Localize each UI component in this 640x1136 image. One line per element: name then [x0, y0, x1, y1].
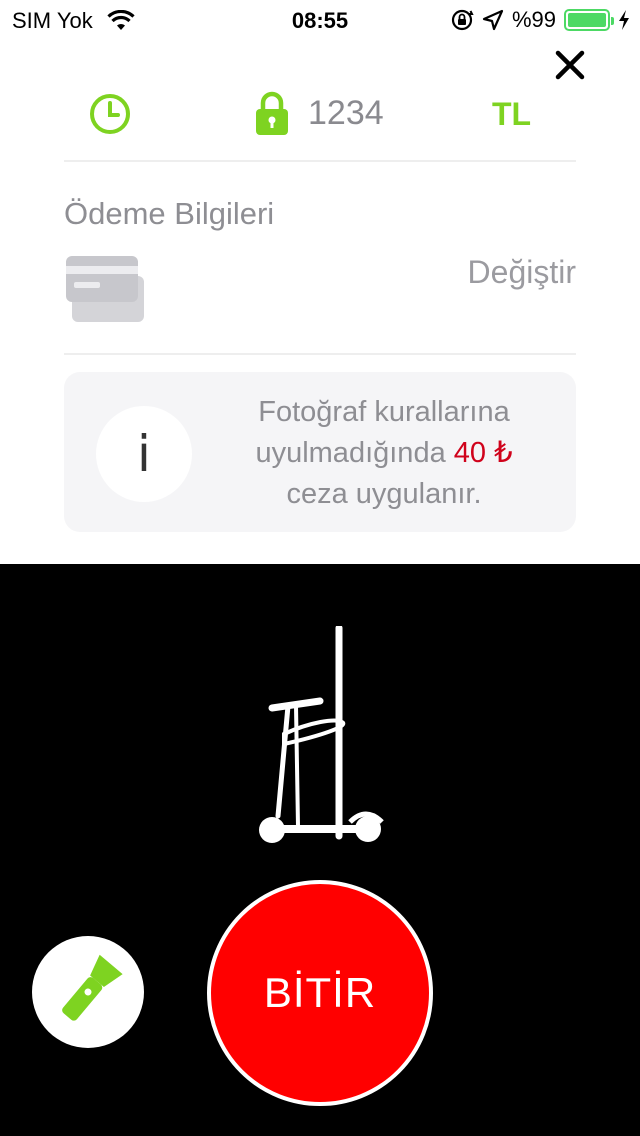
location-icon — [482, 9, 504, 31]
change-payment-link[interactable]: Değiştir — [468, 254, 576, 291]
battery-icon — [564, 9, 614, 31]
rotation-lock-icon — [451, 9, 474, 31]
charging-icon — [619, 10, 629, 30]
battery-percent: %99 — [511, 7, 556, 32]
penalty-notice: i Fotoğraf kurallarına uyulmadığında 40 … — [64, 372, 576, 532]
trip-info-row: 1234 TL — [64, 88, 576, 140]
camera-view: BİTİR — [0, 564, 640, 1136]
flashlight-icon — [62, 954, 123, 1021]
flashlight-button[interactable] — [32, 936, 144, 1048]
clock-icon — [90, 94, 130, 134]
status-right: %99 — [450, 7, 630, 33]
lock-icon — [256, 91, 288, 135]
payment-title: Ödeme Bilgileri — [64, 196, 275, 231]
info-icon: i — [96, 406, 192, 502]
lock-code: 1234 — [308, 94, 384, 132]
finish-button[interactable]: BİTİR — [207, 880, 433, 1106]
scooter-icon — [259, 626, 384, 843]
close-button[interactable] — [550, 45, 590, 85]
divider — [64, 160, 576, 162]
finish-label: BİTİR — [263, 969, 377, 1016]
credit-card-icon — [66, 256, 144, 322]
close-icon — [555, 50, 585, 80]
status-bar: SIM Yok 08:55 %99 — [0, 0, 640, 40]
divider — [64, 353, 576, 355]
penalty-amount: 40 ₺ — [453, 437, 513, 469]
currency-label: TL — [492, 96, 532, 132]
notice-text: Fotoğraf kurallarına uyulmadığında 40 ₺ … — [255, 396, 513, 510]
